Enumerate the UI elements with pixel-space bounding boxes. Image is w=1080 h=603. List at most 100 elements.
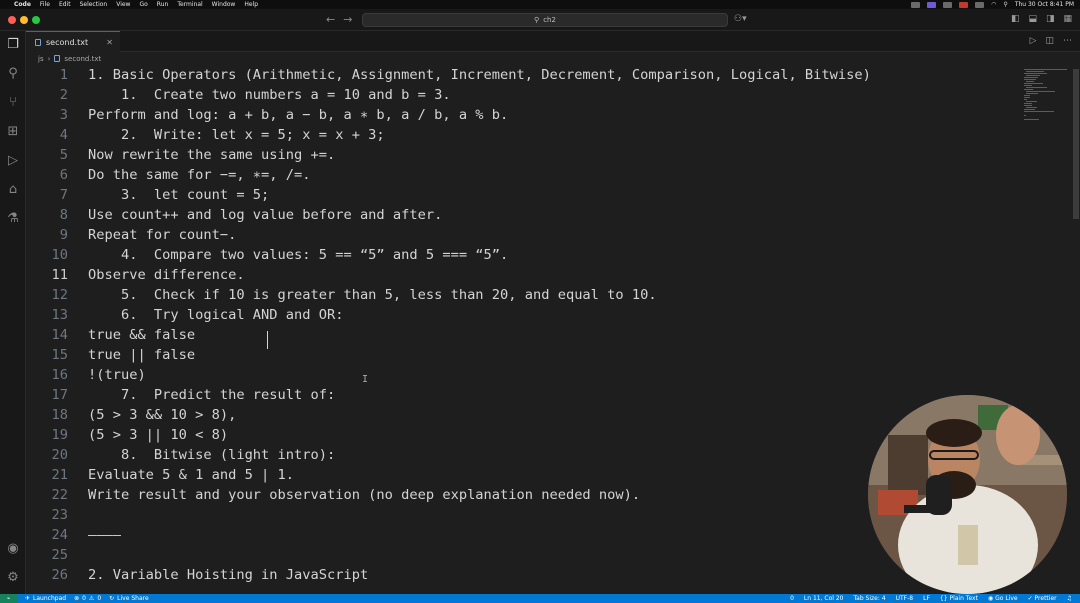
workspace-name: ch2 [543,16,556,24]
menu-file[interactable]: File [40,1,50,8]
line-text: Perform and log: a + b, a − b, a ∗ b, a … [88,107,509,123]
remote-explorer-icon[interactable]: ⌂ [5,182,21,198]
run-debug-icon[interactable]: ▷ [5,153,21,169]
customize-layout-icon[interactable]: ▦ [1063,14,1072,24]
editor-line[interactable]: 4 2. Write: let x = 5; x = x + 3; [26,125,1026,145]
menu-window[interactable]: Window [212,1,236,8]
run-icon[interactable]: ▷ [1030,36,1037,46]
prettier-status[interactable]: ✓ Prettier [1028,595,1057,602]
prettier-label: Prettier [1034,595,1057,602]
menu-selection[interactable]: Selection [80,1,108,8]
source-control-icon[interactable]: ⑂ [5,95,21,111]
account-icon[interactable]: ◉ [5,541,21,557]
cursor-position[interactable]: Ln 11, Col 20 [804,595,844,602]
settings-gear-icon[interactable]: ⚙ [5,570,21,586]
toggle-primary-sidebar-icon[interactable]: ◧ [1011,14,1020,24]
ports-count[interactable]: 0 [790,595,794,602]
status-menu-icon[interactable] [927,1,937,8]
status-menu-icon[interactable] [911,1,921,8]
minimap-line [1025,81,1034,82]
editor-line[interactable]: 8 Use count++ and log value before and af… [26,205,1026,225]
close-window-button[interactable] [8,16,16,24]
text-file-icon [35,38,41,46]
copilot-icon[interactable]: ⚇▾ [734,14,747,24]
editor-line[interactable]: 26 2. Variable Hoisting in JavaScript [26,565,1026,585]
menu-help[interactable]: Help [244,1,258,8]
tab-label: second.txt [46,37,89,47]
file-encoding[interactable]: UTF-8 [896,595,914,602]
editor-line[interactable]: 15 true || false [26,345,1026,365]
menu-app-name[interactable]: Code [14,1,31,8]
tab-second-txt[interactable]: second.txt ✕ [26,31,120,52]
editor-line[interactable]: 11 Observe difference. [26,265,1026,285]
editor-line[interactable]: 14 true && false [26,325,1026,345]
line-number: 24 [51,527,68,543]
editor-line[interactable]: 2 1. Create two numbers a = 10 and b = 3… [26,85,1026,105]
window-controls [8,16,40,24]
extensions-icon[interactable]: ⊞ [5,124,21,140]
forward-arrow-icon[interactable]: → [343,13,352,26]
editor-line[interactable]: 9 Repeat for count−. [26,225,1026,245]
search-icon[interactable]: ⚲ [1003,1,1007,8]
tab-size[interactable]: Tab Size: 4 [853,595,885,602]
editor-line[interactable]: 6 Do the same for −=, ∗=, /=. [26,165,1026,185]
minimize-window-button[interactable] [20,16,28,24]
toggle-panel-icon[interactable]: ⬓ [1028,14,1037,24]
launchpad-status[interactable]: ✈ Launchpad [25,595,66,602]
go-live-button[interactable]: ◉ Go Live [988,595,1018,602]
status-menu-icon[interactable] [943,1,953,8]
line-text: 8. Bitwise (light intro): [88,447,336,463]
minimap-line [1025,93,1038,94]
line-text: true && false [88,327,196,343]
explorer-icon[interactable]: ❐ [5,37,21,53]
menu-run[interactable]: Run [157,1,169,8]
status-menu-icon[interactable] [975,1,985,8]
notifications-bell-icon[interactable]: ♫ [1067,595,1072,602]
editor-line[interactable]: 18 (5 > 3 && 10 > 8), [26,405,1026,425]
testing-icon[interactable]: ⚗ [5,211,21,227]
editor-line[interactable]: 5 Now rewrite the same using +=. [26,145,1026,165]
menu-edit[interactable]: Edit [59,1,71,8]
vertical-scrollbar[interactable] [1072,65,1080,594]
line-text: Observe difference. [88,267,245,283]
line-number: 23 [51,507,68,523]
search-icon[interactable]: ⚲ [5,66,21,82]
editor-line[interactable]: 16 !(true) [26,365,1026,385]
menubar-clock[interactable]: Thu 30 Oct 8:41 PM [1015,1,1074,8]
line-number: 18 [51,407,68,423]
scrollbar-thumb[interactable] [1073,69,1079,219]
more-actions-icon[interactable]: ⋯ [1063,36,1072,46]
editor-line[interactable]: 19 (5 > 3 || 10 < 8) [26,425,1026,445]
wifi-icon[interactable]: ◠ [991,1,996,8]
editor-line[interactable]: 7 3. let count = 5; [26,185,1026,205]
remote-indicator-icon[interactable]: ⌁ [0,594,17,603]
menu-terminal[interactable]: Terminal [177,1,202,8]
minimap-line [1025,101,1038,102]
problems-status[interactable]: ⊗ 0 ⚠ 0 [74,595,101,602]
breadcrumb-file[interactable]: second.txt [64,55,101,63]
split-editor-icon[interactable]: ◫ [1045,36,1054,46]
editor-line[interactable]: 25 [26,545,1026,565]
zoom-window-button[interactable] [32,16,40,24]
menu-go[interactable]: Go [139,1,147,8]
minimap-line [1024,89,1033,90]
line-number: 15 [51,347,68,363]
editor-line[interactable]: 10 4. Compare two values: 5 == “5” and 5… [26,245,1026,265]
editor-line[interactable]: 1 1. Basic Operators (Arithmetic, Assignm… [26,65,1026,85]
editor-line[interactable]: 3 Perform and log: a + b, a − b, a ∗ b, a… [26,105,1026,125]
editor-line[interactable]: 17 7. Predict the result of: [26,385,1026,405]
record-icon[interactable] [959,1,969,8]
toggle-secondary-sidebar-icon[interactable]: ◨ [1046,14,1055,24]
end-of-line[interactable]: LF [923,595,930,602]
breadcrumb-folder[interactable]: js [38,55,44,63]
live-share-status[interactable]: ↻ Live Share [109,595,149,602]
command-center-search[interactable]: ⚲ ch2 [362,13,728,27]
close-tab-icon[interactable]: ✕ [106,38,113,47]
language-mode[interactable]: {} Plain Text [940,595,978,602]
minimap-line [1024,83,1044,84]
back-arrow-icon[interactable]: ← [326,13,335,26]
menu-view[interactable]: View [116,1,130,8]
editor-line[interactable]: 13 6. Try logical AND and OR: [26,305,1026,325]
editor-line[interactable]: 12 5. Check if 10 is greater than 5, les… [26,285,1026,305]
line-number: 1 [59,67,68,83]
